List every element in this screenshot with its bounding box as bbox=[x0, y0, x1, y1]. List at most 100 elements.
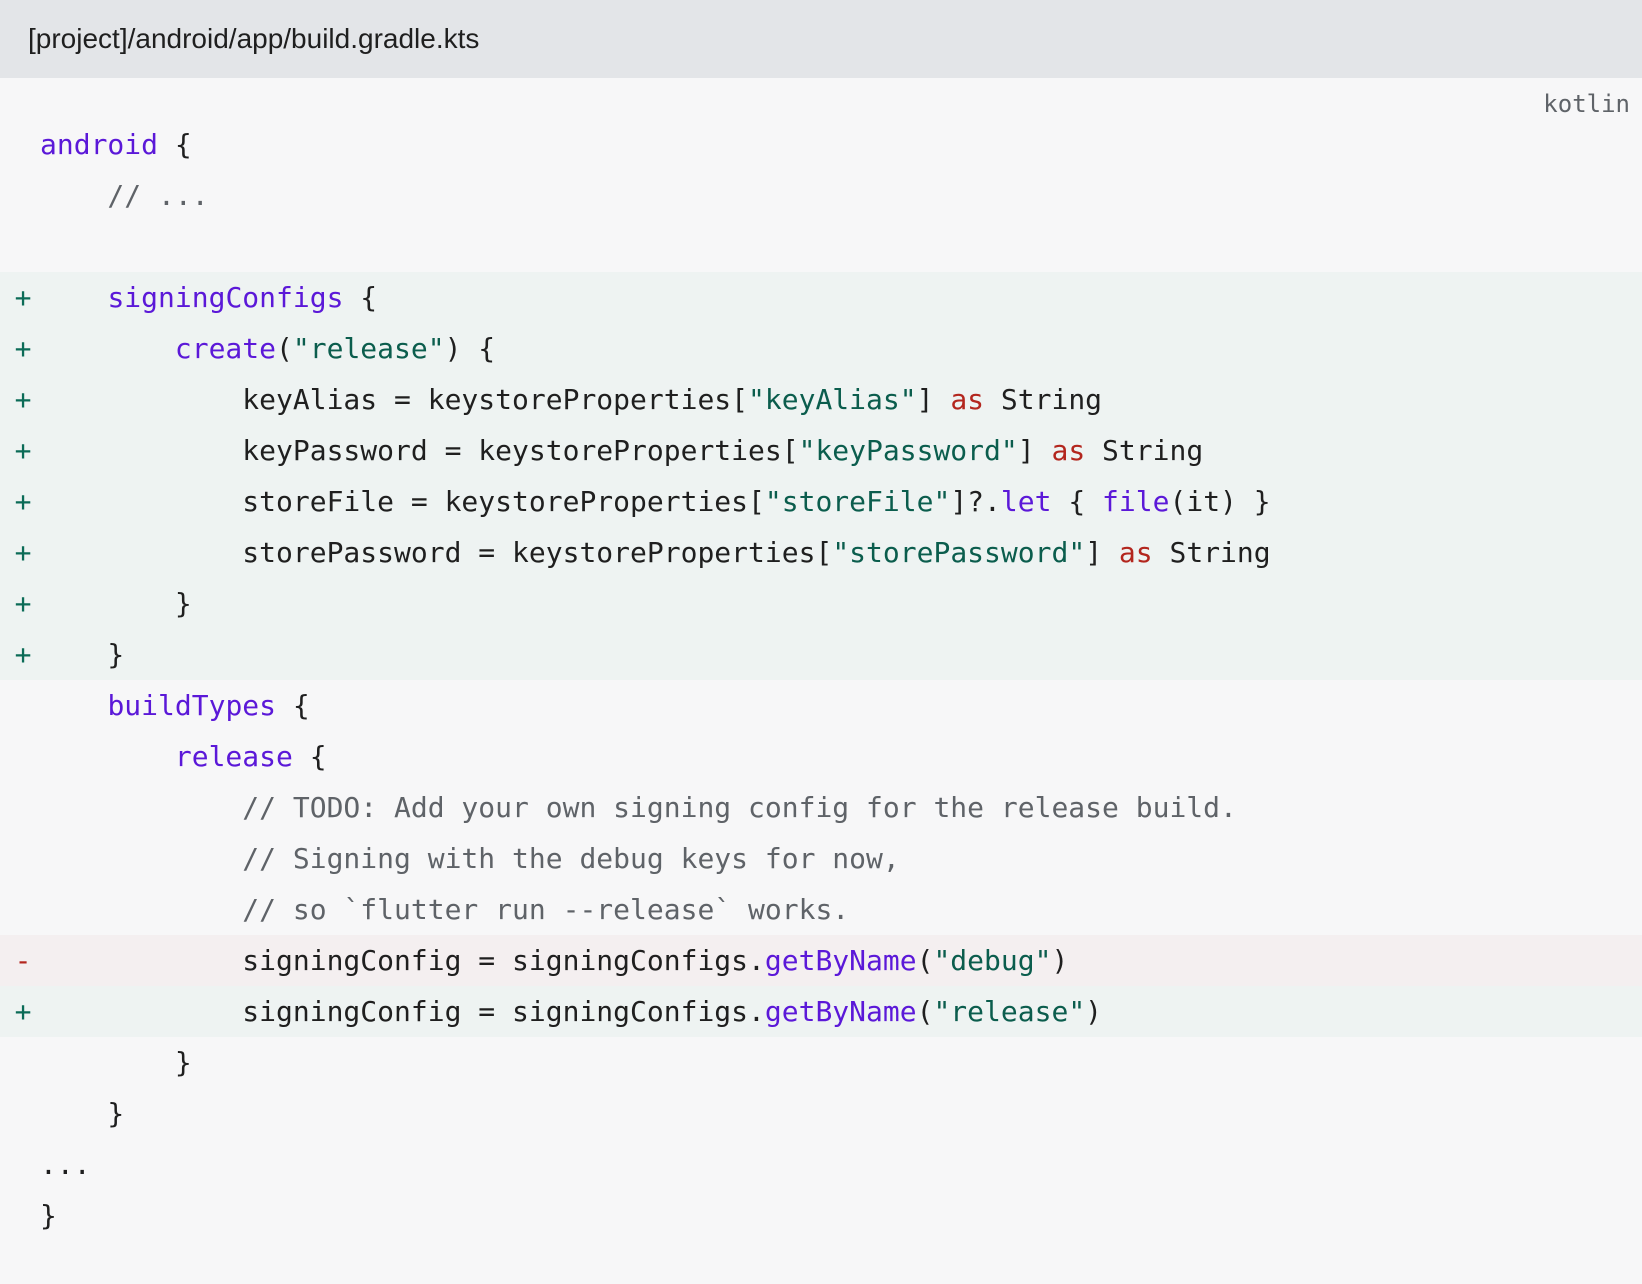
code-block: kotlin android { // ... + signingConfigs … bbox=[0, 78, 1642, 1284]
code-token: } bbox=[40, 1046, 192, 1079]
code-line-text: } bbox=[40, 1190, 57, 1241]
added-code-line: + keyAlias = keystoreProperties["keyAlia… bbox=[0, 374, 1642, 425]
code-line-text: // TODO: Add your own signing config for… bbox=[40, 782, 1237, 833]
code-token: signingConfigs bbox=[107, 281, 344, 314]
code-token: signingConfig = signingConfigs. bbox=[40, 995, 765, 1028]
code-token: ( bbox=[916, 944, 934, 977]
code-token: } bbox=[40, 1097, 125, 1130]
code-token: "storePassword" bbox=[832, 536, 1086, 569]
code-token: buildTypes bbox=[107, 689, 277, 722]
code-token: } bbox=[40, 1199, 57, 1232]
code-token: as bbox=[1051, 434, 1086, 467]
code-token: let bbox=[1000, 485, 1052, 518]
file-path-header: [project]/android/app/build.gradle.kts bbox=[0, 0, 1642, 78]
code-token: (it) } bbox=[1169, 485, 1271, 518]
code-line: } bbox=[0, 1037, 1642, 1088]
code-line: // ... bbox=[0, 170, 1642, 221]
code-token: signingConfig = signingConfigs. bbox=[40, 944, 765, 977]
code-token: as bbox=[1118, 536, 1153, 569]
code-line-text: keyPassword = keystoreProperties["keyPas… bbox=[40, 425, 1203, 476]
code-token: // ... bbox=[40, 179, 209, 212]
language-label: kotlin bbox=[1543, 90, 1630, 118]
code-line-text: ... bbox=[40, 1139, 91, 1190]
code-token: ) { bbox=[444, 332, 496, 365]
code-token: // Signing with the debug keys for now, bbox=[40, 842, 900, 875]
code-lines: android { // ... + signingConfigs {+ crea… bbox=[0, 119, 1642, 1241]
code-line: } bbox=[0, 1190, 1642, 1241]
code-line-text: signingConfig = signingConfigs.getByName… bbox=[40, 986, 1102, 1037]
code-line-text: } bbox=[40, 1088, 124, 1139]
code-token: "debug" bbox=[933, 944, 1052, 977]
code-line: // so `flutter run --release` works. bbox=[0, 884, 1642, 935]
code-token: String bbox=[1152, 536, 1271, 569]
code-token: { bbox=[1051, 485, 1103, 518]
code-line: ... bbox=[0, 1139, 1642, 1190]
code-token: keyPassword = keystoreProperties[ bbox=[40, 434, 799, 467]
code-line-text: } bbox=[40, 578, 192, 629]
code-token: ... bbox=[40, 1148, 91, 1181]
code-line: // Signing with the debug keys for now, bbox=[0, 833, 1642, 884]
code-token: ] bbox=[1085, 536, 1119, 569]
code-line-text: buildTypes { bbox=[40, 680, 310, 731]
added-code-line: + } bbox=[0, 629, 1642, 680]
code-line-text: // ... bbox=[40, 170, 209, 221]
code-token: } bbox=[40, 638, 125, 671]
code-token: // TODO: Add your own signing config for… bbox=[40, 791, 1237, 824]
code-line-text: // Signing with the debug keys for now, bbox=[40, 833, 900, 884]
code-line: // TODO: Add your own signing config for… bbox=[0, 782, 1642, 833]
code-line: android { bbox=[0, 119, 1642, 170]
code-token: "keyAlias" bbox=[748, 383, 917, 416]
code-line: } bbox=[0, 1088, 1642, 1139]
code-token: storePassword = keystoreProperties[ bbox=[40, 536, 833, 569]
added-code-line: + create("release") { bbox=[0, 323, 1642, 374]
code-line-text: create("release") { bbox=[40, 323, 495, 374]
code-token: ( bbox=[276, 332, 293, 365]
code-line: buildTypes { bbox=[0, 680, 1642, 731]
code-token: ) bbox=[1085, 995, 1103, 1028]
code-token: String bbox=[984, 383, 1103, 416]
added-code-line: + signingConfig = signingConfigs.getByNa… bbox=[0, 986, 1642, 1037]
code-token: // so `flutter run --release` works. bbox=[40, 893, 850, 926]
code-token: android bbox=[40, 128, 159, 161]
code-line-text: release { bbox=[40, 731, 327, 782]
code-token: keyAlias = keystoreProperties[ bbox=[40, 383, 749, 416]
code-line-text: storePassword = keystoreProperties["stor… bbox=[40, 527, 1271, 578]
code-line-text: signingConfig = signingConfigs.getByName… bbox=[40, 935, 1068, 986]
code-token: as bbox=[950, 383, 985, 416]
code-token: String bbox=[1085, 434, 1204, 467]
code-token: getByName bbox=[764, 944, 917, 977]
code-token: { bbox=[276, 689, 310, 722]
code-token: "release" bbox=[292, 332, 445, 365]
code-line-text: // so `flutter run --release` works. bbox=[40, 884, 849, 935]
removed-code-line: - signingConfig = signingConfigs.getByNa… bbox=[0, 935, 1642, 986]
code-line-text: storeFile = keystoreProperties["storeFil… bbox=[40, 476, 1271, 527]
code-token: { bbox=[158, 128, 192, 161]
code-line: release { bbox=[0, 731, 1642, 782]
code-token: ( bbox=[916, 995, 934, 1028]
code-token: ] bbox=[916, 383, 951, 416]
code-token: create bbox=[174, 332, 277, 365]
code-line-text: } bbox=[40, 1037, 192, 1088]
file-path: [project]/android/app/build.gradle.kts bbox=[28, 23, 480, 54]
code-line-text: keyAlias = keystoreProperties["keyAlias"… bbox=[40, 374, 1102, 425]
code-line-text: signingConfigs { bbox=[40, 272, 377, 323]
code-token: ] bbox=[1017, 434, 1052, 467]
code-token: { bbox=[343, 281, 378, 314]
code-token: { bbox=[292, 740, 327, 773]
code-token: } bbox=[40, 587, 192, 620]
code-line-text: } bbox=[40, 629, 124, 680]
code-token: getByName bbox=[764, 995, 917, 1028]
added-code-line: + } bbox=[0, 578, 1642, 629]
code-token: ) bbox=[1051, 944, 1069, 977]
code-token: storeFile = keystoreProperties[ bbox=[40, 485, 765, 518]
added-code-line: + signingConfigs { bbox=[0, 272, 1642, 323]
added-code-line: + storePassword = keystoreProperties["st… bbox=[0, 527, 1642, 578]
code-line-text: android { bbox=[40, 119, 192, 170]
added-code-line: + storeFile = keystoreProperties["storeF… bbox=[0, 476, 1642, 527]
code-token: "keyPassword" bbox=[798, 434, 1018, 467]
code-token: "storeFile" bbox=[764, 485, 951, 518]
